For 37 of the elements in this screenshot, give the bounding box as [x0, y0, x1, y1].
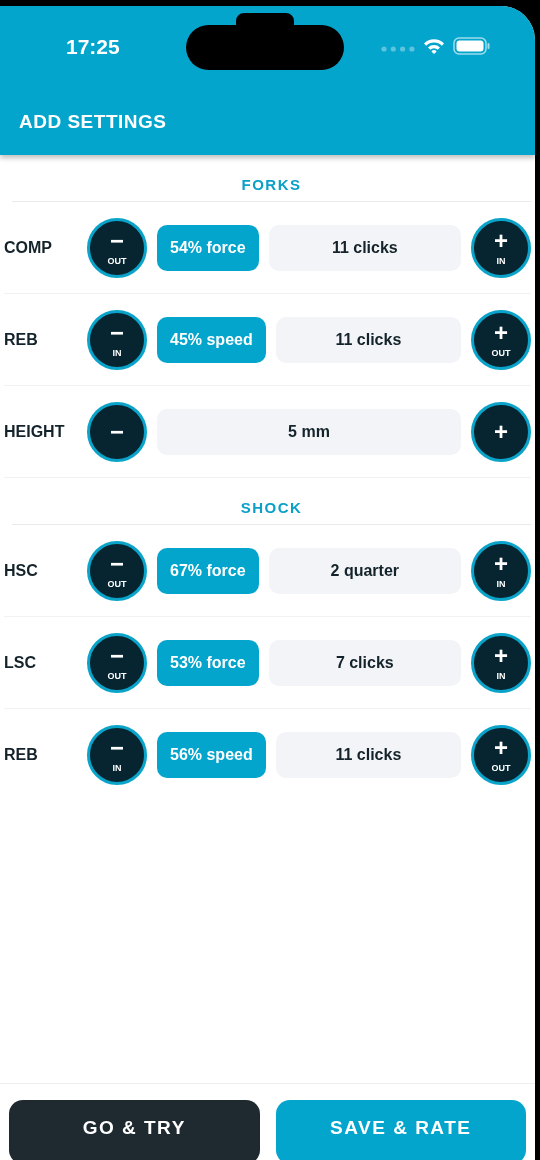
decrease-button[interactable]: − OUT [87, 632, 147, 693]
status-time: 17:25 [66, 34, 120, 59]
percent-badge: 67% force [157, 547, 259, 594]
percent-badge: 45% speed [157, 316, 266, 363]
setting-label: HSC [4, 561, 39, 580]
percent-badge: 56% speed [157, 731, 266, 778]
go-try-button[interactable]: GO & TRY [9, 1100, 260, 1160]
decrease-button[interactable]: − IN [87, 724, 147, 785]
increase-button[interactable]: + IN [471, 540, 531, 601]
setting-label: LSC [4, 653, 37, 672]
percent-badge: 53% force [157, 639, 259, 686]
decrease-button[interactable]: − IN [87, 309, 147, 370]
value-display: 2 quarter [268, 547, 461, 594]
value-display: 11 clicks [275, 731, 461, 778]
value-display: 11 clicks [268, 224, 461, 271]
increase-button[interactable]: + OUT [471, 309, 531, 370]
decrease-button[interactable]: − OUT [87, 217, 147, 278]
increase-button[interactable]: + [471, 401, 531, 462]
increase-button[interactable]: + OUT [471, 724, 531, 785]
decrease-button[interactable]: − [87, 401, 147, 462]
value-display: 7 clicks [268, 639, 461, 686]
value-display: 11 clicks [275, 316, 461, 363]
setting-label: HEIGHT [4, 422, 66, 441]
section-title: SHOCK [12, 478, 531, 525]
section-title: FORKS [12, 155, 531, 202]
increase-button[interactable]: + IN [471, 217, 531, 278]
decrease-button[interactable]: − OUT [87, 540, 147, 601]
signal-icon [381, 46, 415, 52]
value-display: 5 mm [157, 408, 461, 455]
setting-label: REB [4, 330, 39, 349]
battery-icon [453, 37, 491, 55]
setting-label: COMP [4, 238, 53, 257]
percent-badge: 54% force [157, 224, 259, 271]
screen-title: ADD SETTINGS [19, 111, 168, 133]
wifi-icon [423, 38, 445, 54]
increase-button[interactable]: + IN [471, 632, 531, 693]
setting-label: REB [4, 745, 39, 764]
